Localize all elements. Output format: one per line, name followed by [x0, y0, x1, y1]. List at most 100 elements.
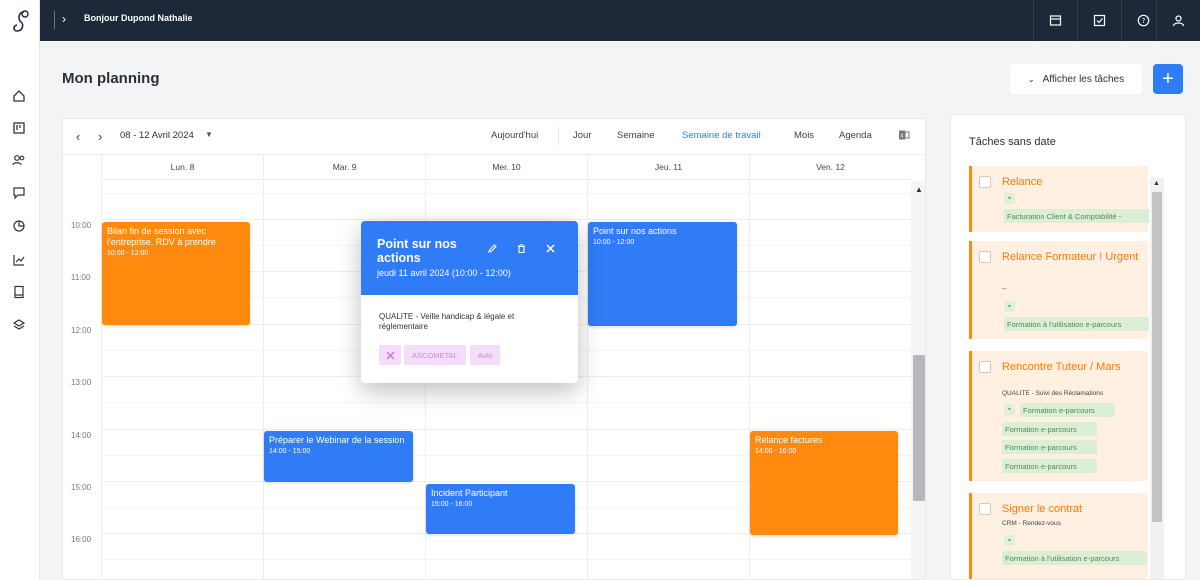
- task-checkbox[interactable]: [979, 251, 991, 263]
- task-card[interactable]: Relance ▪ Facturation Client & Comptabil…: [969, 166, 1149, 232]
- task-checkbox[interactable]: [979, 176, 991, 188]
- event-title: Préparer le Webinar de la session: [269, 435, 405, 445]
- calendar-scrollbar[interactable]: ▲: [911, 181, 925, 579]
- edit-icon[interactable]: [487, 243, 498, 257]
- svg-text:?: ?: [1142, 17, 1146, 25]
- calendar-icon[interactable]: [1033, 0, 1077, 41]
- task-title: Rencontre Tuteur / Mars: [1002, 361, 1121, 373]
- home-icon[interactable]: [9, 86, 29, 106]
- task-tag: Formation e-parcours: [1002, 459, 1097, 473]
- view-week[interactable]: Semaine: [617, 130, 655, 141]
- page-title: Mon planning: [62, 70, 160, 87]
- calendar-toolbar: ‹ › 08 - 12 Avril 2024 ▼ Aujourd'hui Jou…: [63, 119, 925, 155]
- chip-company[interactable]: ASCOMETAL: [404, 345, 466, 365]
- scroll-up-icon[interactable]: ▲: [1153, 180, 1160, 187]
- event-bilan[interactable]: Bilan fin de session avec l'entreprise. …: [102, 222, 250, 325]
- time-label: 13:00: [71, 378, 92, 387]
- book-icon[interactable]: [9, 282, 29, 302]
- checkbox-icon[interactable]: [1077, 0, 1121, 41]
- grid-line: [101, 429, 911, 430]
- time-label: 16:00: [71, 535, 92, 544]
- time-label: 11:00: [71, 273, 91, 282]
- event-time: 10:00 - 12:00: [107, 250, 149, 257]
- top-bar: › Bonjour Dupond Nathalie ?: [40, 0, 1200, 41]
- task-card[interactable]: Signer le contrat CRM - Rendez-vous ▪ Fo…: [969, 493, 1148, 579]
- day-header-tue: Mar. 9: [263, 155, 425, 180]
- view-day[interactable]: Jour: [573, 130, 591, 141]
- undated-tasks-panel: Tâches sans date Relance ▪ Facturation C…: [950, 114, 1186, 580]
- time-label: 14:00: [71, 431, 92, 440]
- event-point-actions[interactable]: Point sur nos actions 10:00 - 12:00: [588, 222, 737, 326]
- document-icon: ▪: [1004, 193, 1015, 204]
- grid-column-line: [263, 181, 264, 579]
- task-title: Relance Formateur ! Urgent: [1002, 251, 1139, 263]
- chat-icon[interactable]: [9, 183, 29, 203]
- event-incident[interactable]: Incident Participant 15:00 - 16:00: [426, 484, 575, 534]
- scrollbar-thumb[interactable]: [1152, 192, 1162, 522]
- date-range[interactable]: 08 - 12 Avril 2024: [120, 130, 194, 141]
- popup-header: Point sur nos actions jeudi 11 avril 202…: [361, 221, 578, 295]
- event-relance-factures[interactable]: Relance factures 14:00 - 16:00: [750, 431, 898, 535]
- view-agenda[interactable]: Agenda: [839, 130, 872, 141]
- delete-icon[interactable]: [516, 243, 527, 257]
- task-title: Signer le contrat: [1002, 503, 1083, 515]
- task-tag: Formation à l'utilisation e-parcours: [1002, 551, 1147, 565]
- event-webinar[interactable]: Préparer le Webinar de la session 14:00 …: [264, 431, 413, 482]
- task-subtitle: QUALITE - Suivi des Réclamations: [1002, 390, 1104, 397]
- users-icon[interactable]: [9, 150, 29, 170]
- task-note: --: [1002, 286, 1007, 293]
- trend-icon[interactable]: [9, 250, 29, 270]
- chevron-down-icon: ⌄: [1027, 74, 1035, 84]
- sidebar: [0, 0, 40, 580]
- event-time: 15:00 - 16:00: [431, 501, 473, 508]
- view-workweek[interactable]: Semaine de travail: [682, 130, 761, 141]
- document-icon: ▪: [1004, 404, 1015, 415]
- day-header-wed: Mer. 10: [425, 155, 587, 180]
- event-title: Bilan fin de session avec l'entreprise. …: [107, 226, 216, 247]
- grid-line: [101, 559, 911, 560]
- unlink-icon[interactable]: [379, 345, 401, 365]
- task-checkbox[interactable]: [979, 361, 991, 373]
- layers-icon[interactable]: [9, 315, 29, 335]
- caret-down-icon[interactable]: ▼: [205, 130, 213, 139]
- grid-line: [101, 219, 911, 220]
- task-checkbox[interactable]: [979, 503, 991, 515]
- time-label: 12:00: [71, 326, 92, 335]
- task-tag: Formation e-parcours: [1002, 440, 1097, 454]
- task-title: Relance: [1002, 176, 1043, 188]
- excel-export-icon[interactable]: X: [898, 129, 910, 144]
- pie-chart-icon[interactable]: [9, 216, 29, 236]
- logo-icon[interactable]: [0, 0, 40, 42]
- prev-week-button[interactable]: ‹: [76, 129, 80, 144]
- chevron-right-icon[interactable]: ›: [62, 12, 66, 26]
- close-icon[interactable]: [545, 243, 556, 257]
- task-tag: Facturation Client & Comptabilité -: [1004, 209, 1149, 223]
- svg-text:X: X: [900, 134, 904, 140]
- task-tag: Formation e-parcours: [1020, 403, 1115, 417]
- event-title: Relance factures: [755, 435, 823, 445]
- event-time: 10:00 - 12:00: [593, 239, 635, 246]
- board-icon[interactable]: [9, 118, 29, 138]
- add-button[interactable]: +: [1153, 64, 1183, 94]
- user-icon[interactable]: [1156, 0, 1200, 41]
- greeting: Bonjour Dupond Nathalie: [84, 13, 193, 23]
- task-subtitle: CRM - Rendez-vous: [1002, 520, 1061, 527]
- event-time: 14:00 - 15:00: [269, 448, 311, 455]
- panel-scrollbar[interactable]: ▲: [1150, 178, 1164, 579]
- task-tag: Formation à l'utilisation e-parcours: [1004, 317, 1149, 331]
- show-tasks-button[interactable]: ⌄ Afficher les tâches: [1010, 64, 1142, 94]
- event-title: Point sur nos actions: [593, 226, 677, 236]
- chip-contact[interactable]: Avto: [470, 345, 500, 365]
- popup-date: jeudi 11 avril 2024 (10:00 - 12:00): [377, 268, 511, 278]
- view-month[interactable]: Mois: [794, 130, 814, 141]
- scrollbar-thumb[interactable]: [913, 355, 925, 501]
- scroll-up-icon[interactable]: ▲: [915, 185, 923, 194]
- task-card[interactable]: Relance Formateur ! Urgent -- ▪ Formatio…: [969, 241, 1149, 339]
- task-card[interactable]: Rencontre Tuteur / Mars QUALITE - Suivi …: [969, 351, 1148, 481]
- document-icon: ▪: [1004, 301, 1015, 312]
- next-week-button[interactable]: ›: [98, 129, 102, 144]
- popup-description: QUALITE - Veille handicap & légale et ré…: [379, 312, 515, 331]
- view-today[interactable]: Aujourd'hui: [491, 130, 538, 141]
- show-tasks-label: Afficher les tâches: [1042, 73, 1125, 85]
- day-header-thu: Jeu. 11: [587, 155, 749, 180]
